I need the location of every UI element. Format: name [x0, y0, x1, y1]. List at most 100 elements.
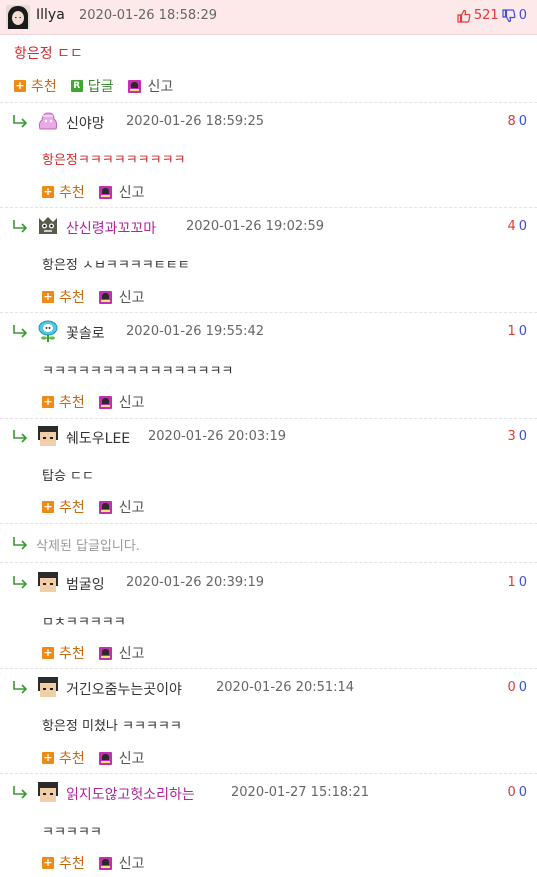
avatar[interactable] [36, 424, 60, 448]
timestamp: 2020-01-26 18:58:29 [79, 8, 218, 23]
avatar[interactable] [36, 214, 60, 238]
recommend-label: 추천 [59, 500, 85, 516]
reply-arrow-icon [13, 681, 28, 694]
timestamp: 2020-01-26 20:39:19 [126, 575, 265, 590]
username[interactable]: 꽃솔로 [66, 323, 105, 343]
comment-actions: + 추천 R 답글 신고 [14, 76, 187, 96]
timestamp: 2020-01-27 15:18:21 [231, 785, 370, 800]
downvote-count: 0 [518, 429, 527, 444]
avatar[interactable] [36, 319, 60, 343]
username[interactable]: Illya [36, 7, 65, 23]
recommend-button[interactable]: + 추천 [42, 392, 85, 412]
plus-icon: + [42, 751, 54, 764]
report-icon [98, 646, 112, 660]
plus-icon: + [14, 79, 26, 92]
vote-counts: 30 [507, 429, 527, 444]
reply-arrow-icon [13, 220, 28, 233]
recommend-button[interactable]: + 추천 [42, 643, 85, 663]
username[interactable]: 신야망 [66, 113, 105, 133]
recommend-button[interactable]: + 추천 [42, 182, 85, 202]
avatar[interactable] [6, 5, 30, 29]
plus-icon: + [42, 856, 54, 869]
report-button[interactable]: 신고 [98, 182, 145, 202]
downvote-count: 0 [518, 324, 527, 339]
comment-header: Illya 2020-01-26 18:58:29 521 0 [0, 0, 537, 35]
thumbs-up-icon[interactable] [457, 9, 471, 23]
reply-text: 항은정 미쳤나 ㅋㅋㅋㅋㅋ [42, 719, 182, 734]
reply-item: 거긴오줌누는곳이야 2020-01-26 20:51:14 00 항은정 미쳤나… [0, 669, 537, 773]
report-button[interactable]: 신고 [98, 748, 145, 768]
upvote-count: 3 [507, 429, 516, 444]
timestamp: 2020-01-26 18:59:25 [126, 114, 265, 129]
thumbs-down-icon[interactable] [502, 8, 516, 23]
report-button[interactable]: 신고 [98, 643, 145, 663]
report-label: 신고 [118, 751, 145, 767]
reply-item: 꽃솔로 2020-01-26 19:55:42 10 ㅋㅋㅋㅋㅋㅋㅋㅋㅋㅋㅋㅋㅋ… [0, 313, 537, 418]
reply-arrow-icon [13, 576, 28, 589]
recommend-label: 추천 [59, 395, 85, 411]
upvote-count: 521 [473, 8, 499, 23]
username[interactable]: 읽지도않고헛소리하는 [66, 784, 195, 804]
plus-icon: + [42, 290, 54, 303]
report-label: 신고 [118, 646, 145, 662]
recommend-button[interactable]: + 추천 [42, 853, 85, 873]
report-button[interactable]: 신고 [127, 76, 173, 96]
reply-button[interactable]: R 답글 [70, 76, 114, 96]
vote-counts: 10 [507, 324, 527, 339]
timestamp: 2020-01-26 19:55:42 [126, 324, 265, 339]
reply-text: ㅋㅋㅋㅋㅋ [42, 825, 102, 840]
report-button[interactable]: 신고 [98, 853, 145, 873]
reply-actions: + 추천 신고 [42, 497, 159, 517]
recommend-label: 추천 [59, 185, 85, 201]
reply-actions: + 추천 신고 [42, 182, 159, 202]
reply-item: 쉐도우LEE 2020-01-26 20:03:19 30 탑승 ㄷㄷ + 추천 … [0, 419, 537, 523]
plus-icon: + [42, 500, 54, 513]
report-button[interactable]: 신고 [98, 287, 145, 307]
vote-counts: 00 [507, 680, 527, 695]
timestamp: 2020-01-26 20:51:14 [216, 680, 355, 695]
recommend-label: 추천 [31, 79, 57, 95]
reply-arrow-icon [13, 786, 28, 799]
reply-arrow-icon [13, 115, 28, 128]
recommend-button[interactable]: + 추천 [42, 748, 85, 768]
reply-item: 산신령과꼬꼬마 2020-01-26 19:02:59 40 항은정 ㅅㅂㅋㅋㅋ… [0, 208, 537, 312]
username[interactable]: 쉐도우LEE [66, 428, 130, 448]
timestamp: 2020-01-26 19:02:59 [186, 219, 325, 234]
username[interactable]: 거긴오줌누는곳이야 [66, 679, 182, 699]
recommend-button[interactable]: + 추천 [42, 287, 85, 307]
report-icon [98, 185, 112, 199]
vote-counts: 40 [507, 219, 527, 234]
reply-actions: + 추천 신고 [42, 748, 159, 768]
reply-actions: + 추천 신고 [42, 643, 159, 663]
reply-icon: R [70, 80, 83, 92]
upvote-count: 4 [507, 219, 516, 234]
avatar[interactable] [36, 109, 60, 133]
avatar[interactable] [36, 675, 60, 699]
downvote-count: 0 [518, 680, 527, 695]
report-label: 신고 [118, 856, 145, 872]
report-button[interactable]: 신고 [98, 497, 145, 517]
reply-arrow-icon [13, 537, 28, 550]
comment-text: 항은정 ㄷㄷ [14, 46, 83, 62]
deleted-notice: 삭제된 답글입니다. [36, 539, 140, 554]
reply-text: ㅁㅊㅋㅋㅋㅋㅋ [42, 615, 126, 630]
downvote-count: 0 [518, 785, 527, 800]
vote-counts: 00 [507, 785, 527, 800]
avatar[interactable] [36, 570, 60, 594]
recommend-button[interactable]: + 추천 [42, 497, 85, 517]
vote-counts: 10 [507, 575, 527, 590]
vote-counts: 521 0 [457, 8, 527, 23]
report-label: 신고 [118, 290, 145, 306]
downvote-count: 0 [518, 114, 527, 129]
reply-actions: + 추천 신고 [42, 853, 159, 873]
reply-text: ㅋㅋㅋㅋㅋㅋㅋㅋㅋㅋㅋㅋㅋㅋㅋㅋ [42, 364, 234, 379]
upvote-count: 0 [507, 785, 516, 800]
avatar[interactable] [36, 780, 60, 804]
username[interactable]: 범굴잉 [66, 574, 105, 594]
report-button[interactable]: 신고 [98, 392, 145, 412]
recommend-label: 추천 [59, 290, 85, 306]
username[interactable]: 산신령과꼬꼬마 [66, 218, 156, 238]
reply-item: 신야망 2020-01-26 18:59:25 80 항은정ㅋㅋㅋㅋㅋㅋㅋㅋㅋ … [0, 103, 537, 207]
upvote-count: 1 [507, 324, 516, 339]
recommend-button[interactable]: + 추천 [14, 76, 57, 96]
